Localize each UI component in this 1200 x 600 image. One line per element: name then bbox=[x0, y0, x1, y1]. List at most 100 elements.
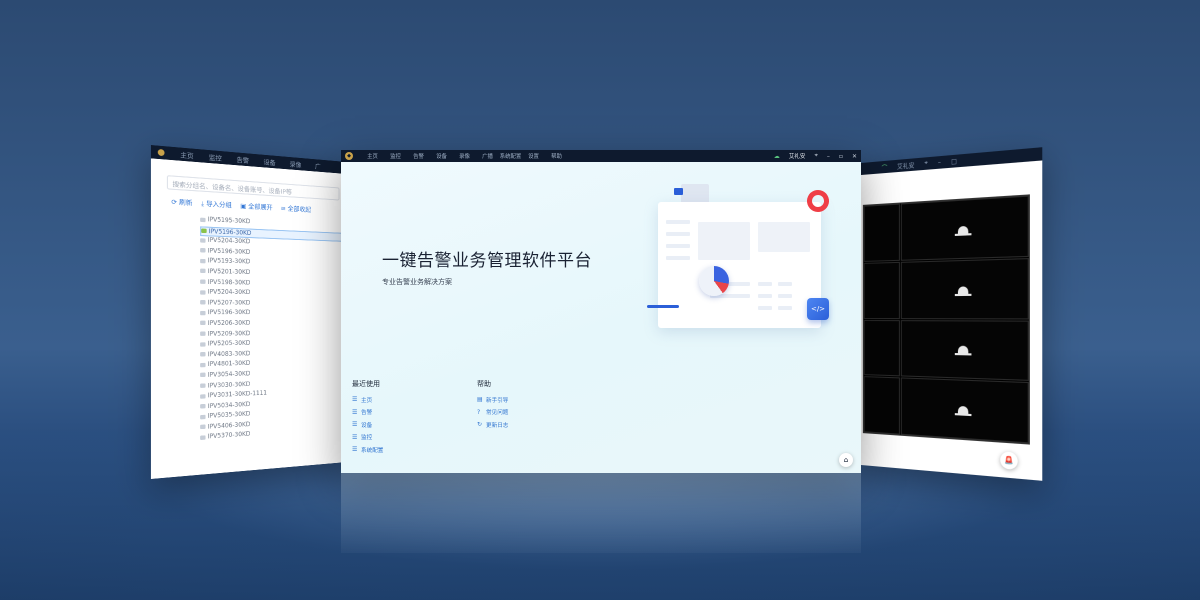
nav-item[interactable]: 录像 bbox=[453, 152, 476, 160]
nav-item[interactable]: 监控 bbox=[384, 152, 407, 160]
help-link[interactable]: ▤ 新手引导 bbox=[477, 396, 508, 404]
camera-icon bbox=[200, 289, 206, 295]
help-link[interactable]: ? 常见问题 bbox=[477, 408, 509, 417]
video-cell[interactable] bbox=[863, 319, 900, 377]
camera-icon bbox=[200, 373, 206, 378]
left-nav-4[interactable]: 录像 bbox=[290, 159, 302, 169]
device-name: IPV5198-30KD bbox=[207, 279, 251, 287]
device-tree-item[interactable]: IPV5207-30KD bbox=[200, 299, 347, 310]
camera-icon bbox=[200, 321, 206, 326]
recent-link[interactable]: ☰ 系统配置 bbox=[352, 446, 384, 454]
camera-icon bbox=[200, 383, 206, 388]
question-icon: ? bbox=[477, 408, 481, 416]
minimize-icon[interactable]: – bbox=[827, 153, 830, 160]
main-nav: 主页 监控 告警 设备 录像 广播 系统配置 设置 帮助 bbox=[361, 152, 568, 160]
nav-item[interactable]: 告警 bbox=[407, 152, 430, 160]
left-nav-2[interactable]: 告警 bbox=[237, 154, 250, 164]
recent-link-label: 系统配置 bbox=[361, 447, 384, 454]
device-name: IPV4801-30KD bbox=[207, 360, 251, 369]
collapse-all-button[interactable]: ≡ 全部收起 bbox=[281, 203, 311, 215]
device-name: IPV5193-30KD bbox=[207, 258, 251, 266]
camera-icon bbox=[200, 300, 206, 305]
device-name: IPV3054-30KD bbox=[207, 371, 251, 379]
video-cell[interactable] bbox=[900, 319, 1029, 382]
pin-icon[interactable]: ⌖ bbox=[815, 152, 818, 160]
expand-all-button[interactable]: ▣ 全部展开 bbox=[240, 201, 272, 213]
nav-item[interactable]: 主页 bbox=[361, 152, 384, 160]
dashboard-illustration bbox=[658, 202, 821, 328]
left-nav-5[interactable]: 广 bbox=[315, 161, 321, 171]
folder-icon bbox=[681, 184, 709, 204]
left-nav-0[interactable]: 主页 bbox=[180, 149, 193, 160]
video-cell[interactable] bbox=[900, 377, 1029, 444]
help-title: 帮助 bbox=[477, 380, 491, 388]
camera-icon bbox=[200, 310, 206, 316]
alarm-siren-icon bbox=[953, 403, 972, 417]
nav-item[interactable]: 广播 bbox=[476, 152, 499, 160]
video-cell[interactable] bbox=[900, 195, 1029, 261]
recent-link[interactable]: ☰ 监控 bbox=[352, 434, 383, 442]
device-name: IPV5370-30KD bbox=[207, 431, 251, 442]
right-minimize-icon[interactable]: – bbox=[938, 159, 941, 167]
main-window: ◆ 主页 监控 告警 设备 录像 广播 系统配置 设置 帮助 ☁ 艾礼安 ⌖ – ▫ ✕ 一键告… bbox=[341, 150, 861, 473]
recent-link[interactable]: ☰ 设备 bbox=[352, 421, 383, 429]
camera-icon bbox=[200, 352, 206, 357]
camera-icon bbox=[200, 258, 206, 264]
video-cell[interactable] bbox=[863, 376, 900, 435]
nav-item[interactable]: 设备 bbox=[430, 152, 453, 160]
device-name: IPV3030-30KD bbox=[207, 381, 251, 390]
home-icon[interactable]: ⌂ bbox=[839, 453, 853, 467]
import-group-button[interactable]: ⤓ 导入分组 bbox=[201, 198, 232, 211]
list-icon: ☰ bbox=[352, 421, 358, 429]
recent-link[interactable]: ☰ 告警 bbox=[352, 408, 383, 417]
device-name: IPV5196-30KD bbox=[208, 228, 252, 237]
device-name: IPV5209-30KD bbox=[207, 330, 251, 338]
history-icon: ↻ bbox=[477, 421, 483, 429]
video-grid bbox=[862, 194, 1030, 445]
left-nav-1[interactable]: 监控 bbox=[209, 152, 222, 163]
left-titlebar: 主页 监控 告警 设备 录像 广 bbox=[150, 145, 347, 174]
app-logo-icon: ◆ bbox=[345, 152, 353, 160]
help-link[interactable]: ↻ 更新日志 bbox=[477, 421, 508, 429]
video-cell[interactable] bbox=[863, 261, 900, 319]
list-icon: ☰ bbox=[352, 396, 358, 403]
right-pin-icon[interactable]: ⌖ bbox=[924, 159, 927, 168]
close-icon[interactable]: ✕ bbox=[852, 153, 857, 160]
recent-link[interactable]: ☰ 主页 bbox=[352, 396, 383, 404]
left-nav-3[interactable]: 设备 bbox=[263, 156, 275, 166]
device-tree-item[interactable]: IPV5204-30KD bbox=[200, 288, 347, 299]
video-cell[interactable] bbox=[900, 257, 1029, 319]
camera-icon bbox=[200, 414, 206, 420]
collapse-label: 全部收起 bbox=[287, 205, 312, 215]
maximize-icon[interactable]: ▫ bbox=[839, 153, 843, 160]
refresh-button[interactable]: ⟳ 刷新 bbox=[171, 196, 192, 208]
camera-icon bbox=[200, 393, 206, 399]
device-name: IPV5205-30KD bbox=[207, 340, 251, 348]
camera-icon bbox=[200, 341, 206, 347]
device-name: IPV5207-30KD bbox=[207, 299, 251, 307]
expand-label: 全部展开 bbox=[248, 203, 273, 212]
right-titlebar: ⌒ 艾礼安 ⌖ – □ bbox=[861, 147, 1043, 175]
device-name: IPV5406-30KD bbox=[207, 421, 251, 431]
nav-item[interactable]: 系统配置 bbox=[499, 152, 522, 160]
user-label[interactable]: 艾礼安 bbox=[789, 152, 806, 160]
right-alarm-fab-icon[interactable]: 🚨 bbox=[1000, 451, 1018, 470]
import-label: 导入分组 bbox=[206, 200, 232, 210]
hero-subtitle: 专业告警业务解决方案 bbox=[382, 278, 452, 286]
help-list: ▤ 新手引导? 常见问题 ↻ 更新日志 bbox=[477, 396, 509, 429]
alarm-siren-icon bbox=[953, 343, 972, 356]
list-icon: ☰ bbox=[352, 408, 358, 416]
right-user-label[interactable]: 艾礼安 bbox=[897, 160, 915, 171]
nav-item[interactable]: 设置 bbox=[522, 152, 545, 160]
nav-item[interactable]: 帮助 bbox=[545, 152, 568, 160]
camera-icon bbox=[200, 269, 206, 274]
help-link-label: 常见问题 bbox=[486, 410, 509, 417]
device-tree-item[interactable]: IPV5196-30KD bbox=[200, 309, 347, 319]
guide-icon: ▤ bbox=[477, 396, 483, 403]
camera-icon bbox=[200, 217, 206, 222]
video-cell[interactable] bbox=[863, 203, 900, 262]
main-titlebar: ◆ 主页 监控 告警 设备 录像 广播 系统配置 设置 帮助 ☁ 艾礼安 ⌖ – ▫ ✕ bbox=[341, 150, 861, 162]
right-maximize-icon[interactable]: □ bbox=[951, 157, 957, 165]
device-tree: IPV5195-30KD IPV5196-30KD IPV5204-30KD IPV5… bbox=[200, 215, 347, 444]
list-icon: ☰ bbox=[352, 446, 358, 454]
